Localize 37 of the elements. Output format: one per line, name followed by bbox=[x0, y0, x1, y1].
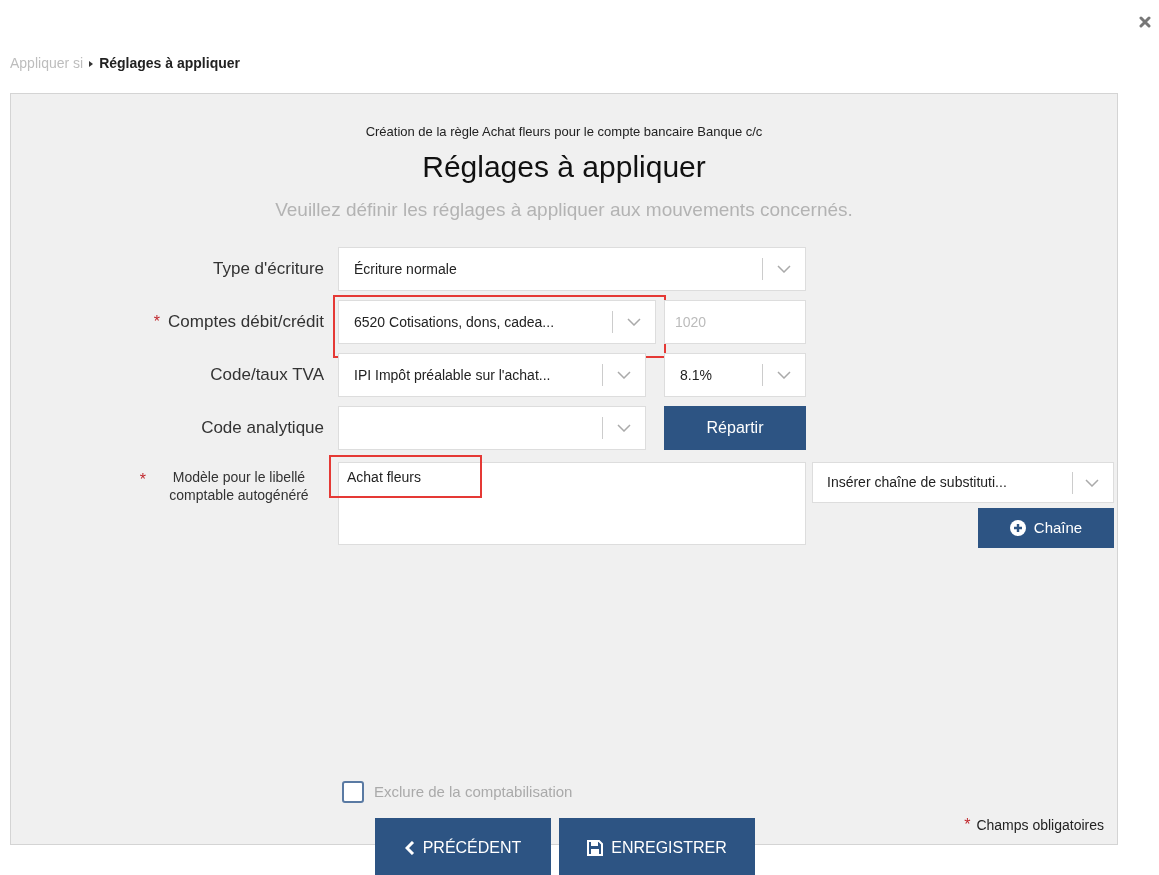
panel-subtitle: Veuillez définir les réglages à appliquer aux mouvements concernés. bbox=[275, 197, 853, 222]
field-label: Comptes débit/crédit bbox=[168, 311, 324, 334]
required-note: Champs obligatoires bbox=[976, 815, 1104, 835]
select-dropdown[interactable]: 6520 Cotisations, dons, cadea... bbox=[338, 300, 656, 344]
select-dropdown[interactable]: IPI Impôt préalable sur l'achat... bbox=[338, 353, 646, 397]
separator-icon bbox=[89, 60, 94, 67]
checkbox-label: Exclure de la comptabilisation bbox=[374, 781, 573, 802]
label-template-field[interactable]: Achat fleurs bbox=[338, 462, 806, 545]
panel-title: Réglages à appliquer bbox=[422, 148, 706, 185]
input-field[interactable]: 1020 bbox=[664, 300, 806, 344]
close-icon[interactable] bbox=[1139, 16, 1151, 28]
field-label: Type d'écriture bbox=[213, 258, 324, 281]
breadcrumb-step: Réglages à appliquer bbox=[99, 53, 240, 74]
chevron-down-icon bbox=[617, 424, 631, 432]
chevron-left-icon bbox=[404, 841, 415, 855]
chevron-down-icon bbox=[1085, 478, 1099, 487]
plus-circle-icon bbox=[1009, 520, 1026, 536]
field-label: Modèle pour le libellé comptable autogénéré bbox=[168, 468, 310, 504]
chevron-down-icon bbox=[617, 371, 631, 379]
chevron-down-icon bbox=[777, 265, 791, 273]
required-asterisk: * bbox=[153, 312, 161, 332]
chevron-down-icon bbox=[627, 318, 641, 326]
required-asterisk: * bbox=[964, 815, 971, 835]
save-button[interactable]: ENREGISTRER bbox=[559, 818, 755, 875]
distribute-button[interactable]: Répartir bbox=[664, 406, 806, 450]
select-dropdown[interactable]: 8.1% bbox=[664, 353, 806, 397]
rule-context-text: Création de la règle Achat fleurs pour le compte bancaire Banque c/c bbox=[365, 123, 763, 141]
field-label: Code analytique bbox=[201, 417, 324, 440]
chevron-down-icon bbox=[777, 371, 791, 379]
save-icon bbox=[587, 840, 604, 856]
back-button[interactable]: PRÉCÉDENT bbox=[375, 818, 551, 875]
checkbox[interactable] bbox=[342, 780, 364, 803]
required-asterisk: * bbox=[139, 470, 146, 490]
add-string-button[interactable]: Chaîne bbox=[978, 508, 1114, 548]
select-dropdown[interactable]: Écriture normale bbox=[338, 247, 806, 291]
substitution-dropdown[interactable]: Insérer chaîne de substituti... bbox=[812, 462, 1114, 503]
field-label: Code/taux TVA bbox=[210, 364, 324, 387]
